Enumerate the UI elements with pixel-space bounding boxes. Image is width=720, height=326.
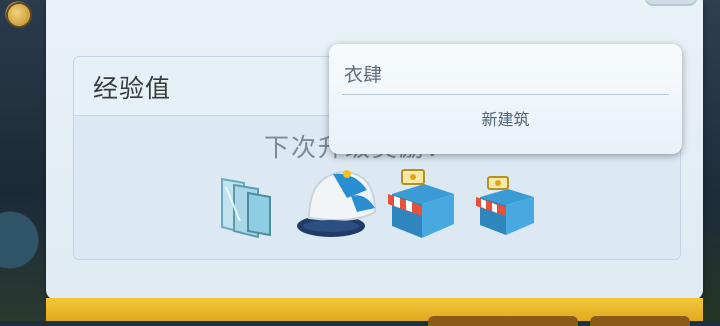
experience-title: 经验值 bbox=[93, 74, 172, 103]
shop-stall-small-icon bbox=[476, 176, 534, 235]
panel-close-button[interactable] bbox=[645, 0, 697, 6]
shop-stall-icon bbox=[388, 169, 454, 238]
bottom-button-left[interactable] bbox=[428, 316, 578, 326]
baseball-cap-icon bbox=[297, 170, 377, 237]
tooltip-divider bbox=[342, 94, 669, 95]
building-tooltip: 衣肆 新建筑 bbox=[329, 44, 682, 154]
bottom-button-right[interactable] bbox=[590, 316, 690, 326]
building-type-label: 新建筑 bbox=[481, 110, 530, 129]
building-name: 衣肆 bbox=[344, 64, 383, 86]
background-scenery bbox=[702, 0, 720, 321]
gold-coin-icon bbox=[8, 4, 30, 26]
glass-panels-icon bbox=[221, 177, 271, 239]
